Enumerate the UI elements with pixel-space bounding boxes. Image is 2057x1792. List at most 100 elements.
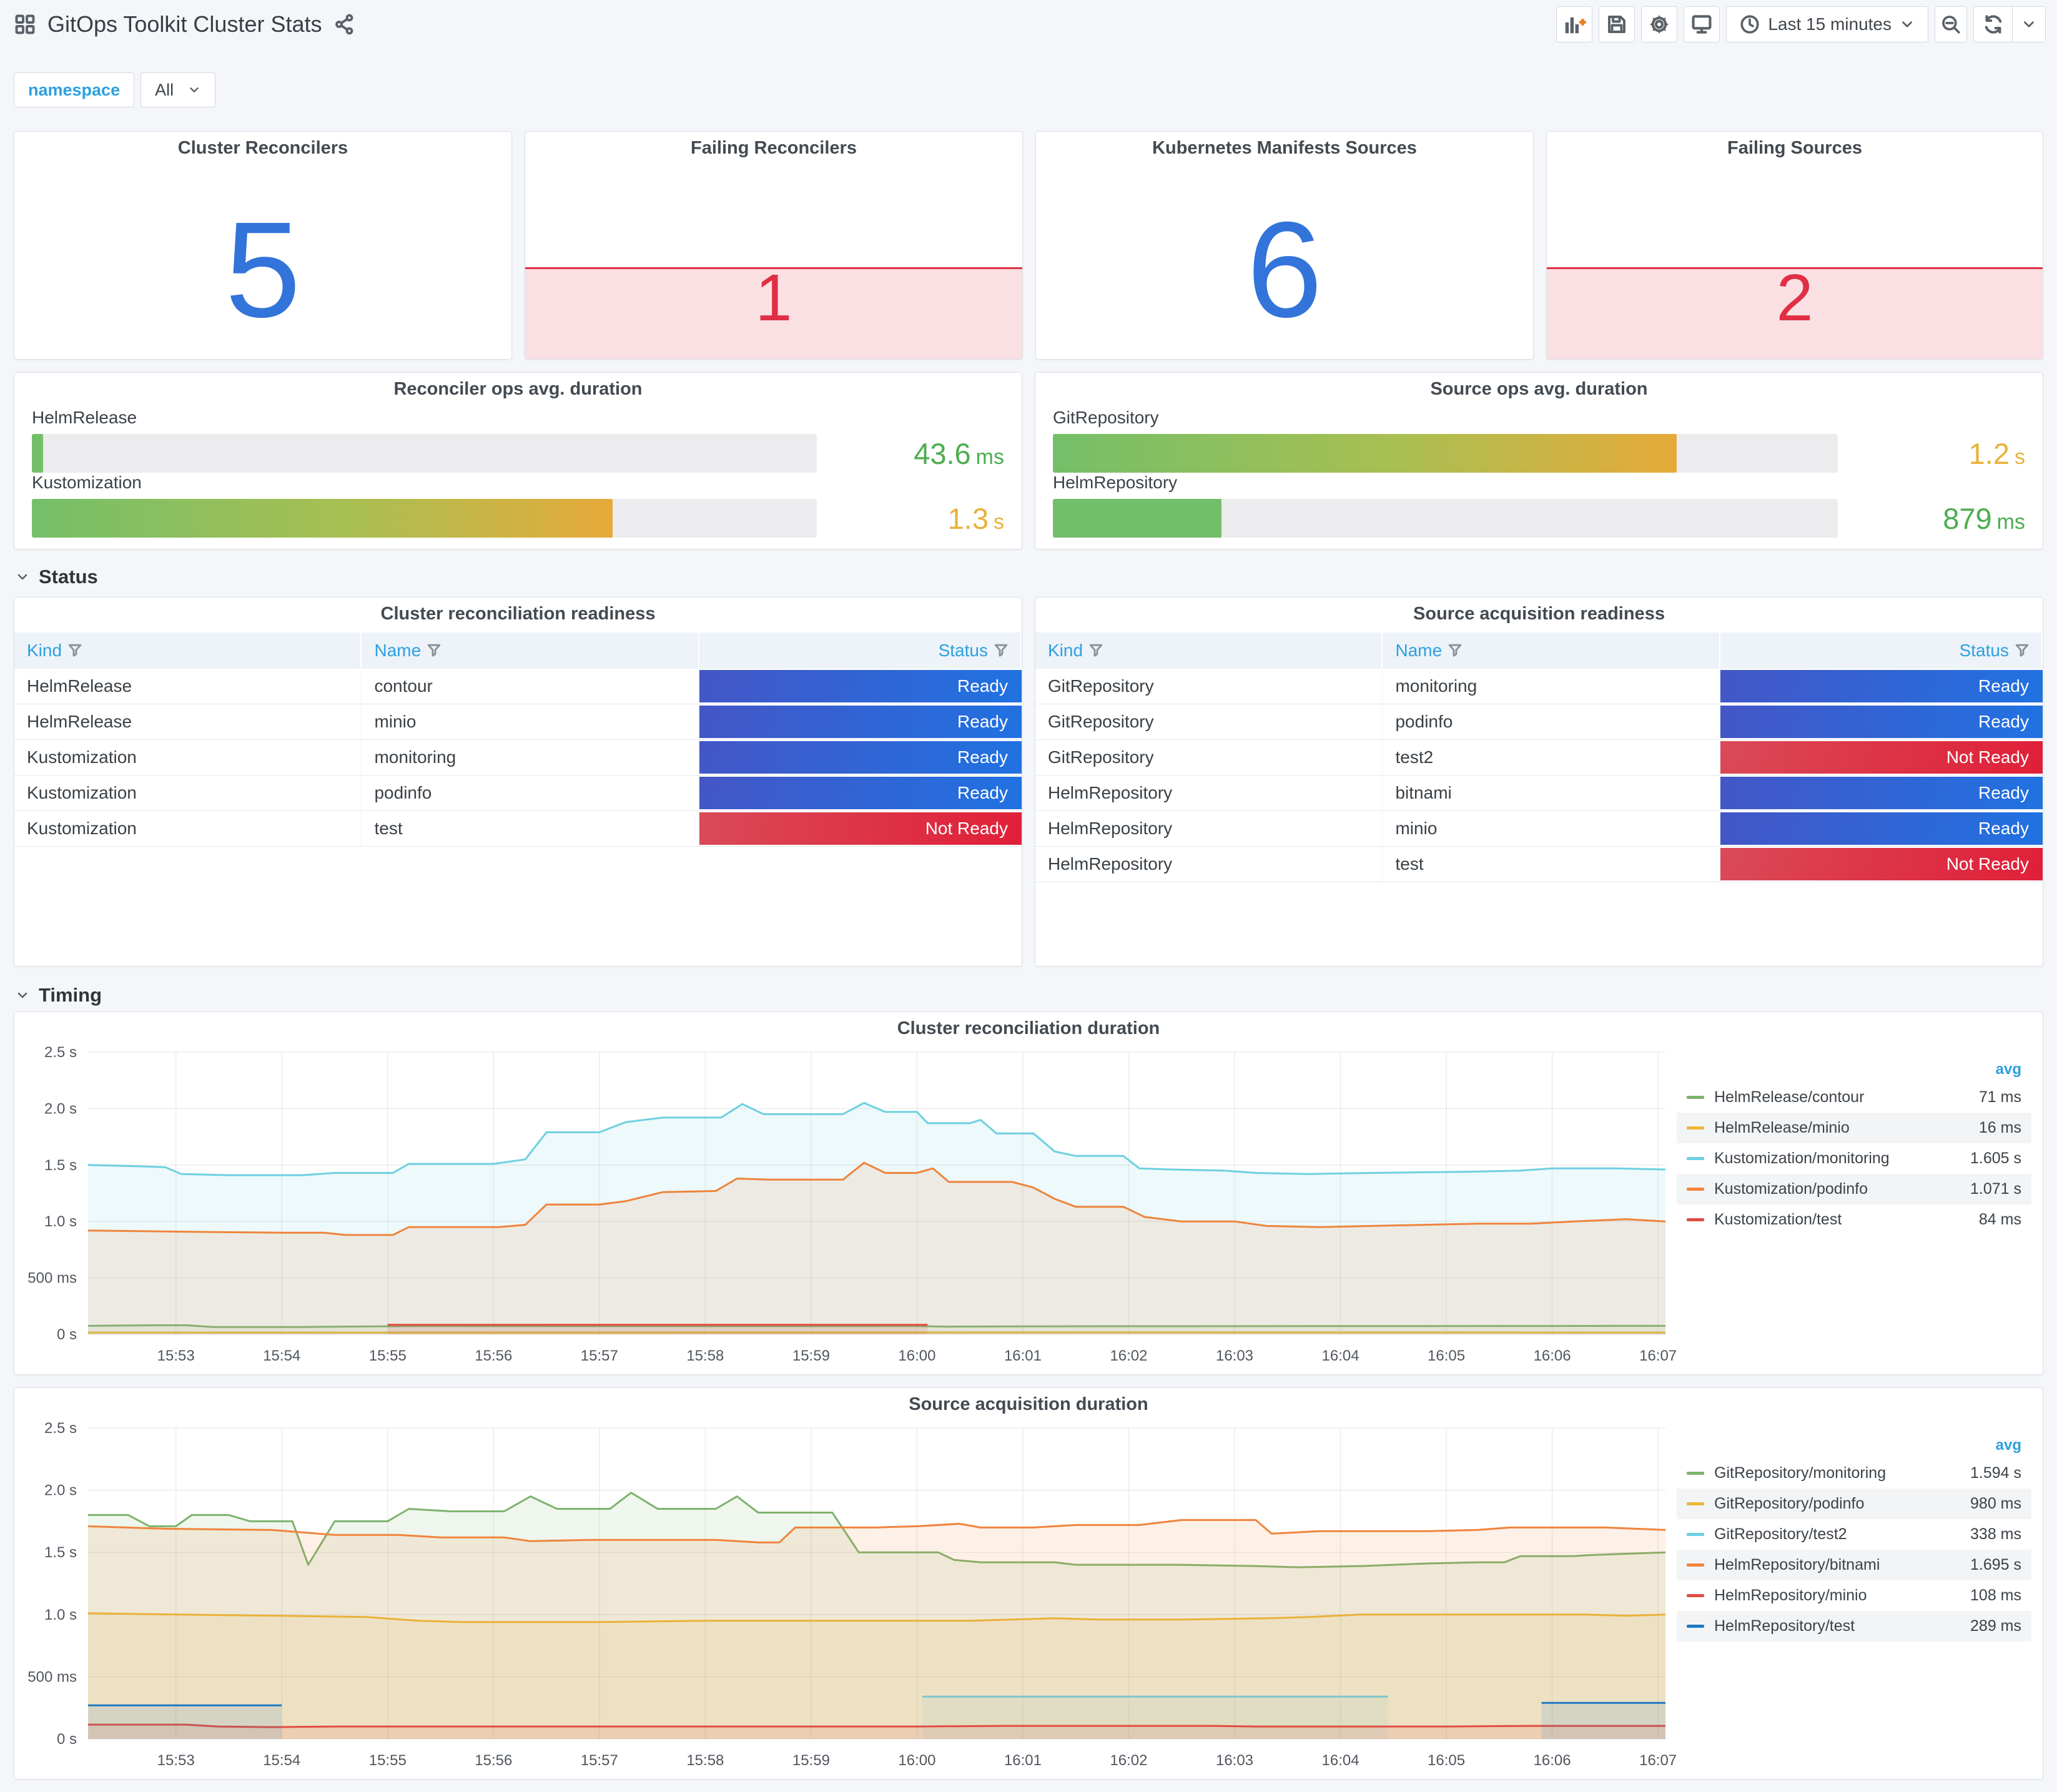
table-panel-source-readiness: Source acquisition readiness Kind Name S… [1035, 597, 2043, 967]
cell-status: Not Ready [1720, 740, 2043, 775]
legend-series-name[interactable]: GitRepository/podinfo [1714, 1495, 1970, 1513]
timeseries-chart[interactable]: 15:53 15:54 15:55 15:56 15:57 15:58 15:59 16:00… [18, 1042, 1677, 1372]
legend-header-avg[interactable]: avg [1677, 1437, 2031, 1458]
toolbar: Last 15 minutes [1556, 6, 2046, 42]
y-tick-label: 2.0 s [44, 1100, 77, 1117]
cell-kind: HelmRepository [1035, 811, 1383, 846]
page-title: GitOps Toolkit Cluster Stats [47, 11, 322, 37]
x-tick-label: 15:59 [792, 1347, 830, 1364]
stat-value: 2 [1776, 261, 1813, 335]
legend-item: Kustomization/monitoring 1.605 s [1677, 1143, 2031, 1174]
panel-title: Reconciler ops avg. duration [393, 378, 643, 399]
column-header-name[interactable]: Name [362, 633, 699, 669]
timeseries-chart[interactable]: 15:53 15:54 15:55 15:56 15:57 15:58 15:59 16:00… [18, 1418, 1677, 1776]
panel-title: Cluster Reconcilers [177, 137, 348, 158]
dashboard-grid-icon[interactable] [14, 13, 36, 36]
legend-series-name[interactable]: HelmRelease/contour [1714, 1088, 1979, 1106]
column-header-kind[interactable]: Kind [14, 633, 362, 669]
cell-status: Ready [1720, 811, 2043, 846]
legend-series-swatch [1687, 1625, 1704, 1628]
legend-item: HelmRepository/minio 108 ms [1677, 1580, 2031, 1611]
legend-avg-value: 84 ms [1978, 1211, 2021, 1228]
x-tick-label: 15:56 [475, 1347, 512, 1364]
status-badge: Not Ready [1720, 741, 2043, 774]
legend-item: HelmRepository/test 289 ms [1677, 1611, 2031, 1642]
gauge-value: 43.6 ms [914, 436, 1004, 470]
legend-series-name[interactable]: Kustomization/test [1714, 1211, 1979, 1229]
zoom-out-button[interactable] [1935, 6, 1967, 42]
refresh-button[interactable] [1974, 7, 2013, 42]
legend-series-name[interactable]: GitRepository/monitoring [1714, 1464, 1970, 1482]
chart-panel-cluster-reconciliation-duration: Cluster reconciliation duration 15:53 15:… [14, 1012, 2043, 1375]
cell-status: Ready [699, 740, 1022, 775]
dashboard-settings-button[interactable] [1641, 6, 1678, 42]
column-header-kind[interactable]: Kind [1035, 633, 1383, 669]
chevron-down-icon [17, 574, 27, 580]
legend-series-swatch [1687, 1563, 1704, 1567]
legend-avg-value: 108 ms [1970, 1587, 2021, 1604]
filter-icon [1089, 644, 1103, 657]
legend-series-name[interactable]: HelmRepository/test [1714, 1617, 1970, 1635]
status-badge: Ready [699, 706, 1022, 738]
legend-series-name[interactable]: HelmRepository/minio [1714, 1587, 1970, 1605]
section-header-status[interactable]: Status [15, 566, 98, 588]
gauge-fill [32, 434, 43, 473]
chevron-down-icon [2024, 21, 2034, 27]
legend-avg-value: 980 ms [1970, 1495, 2021, 1512]
cell-name: monitoring [1383, 669, 1720, 704]
status-badge: Not Ready [699, 812, 1022, 845]
stat-panel-cluster-reconcilers: Cluster Reconcilers 5 [14, 131, 512, 360]
column-header-name[interactable]: Name [1383, 633, 1720, 669]
time-range-picker[interactable]: Last 15 minutes [1726, 6, 1928, 42]
filter-icon [427, 644, 441, 657]
cell-kind: GitRepository [1035, 704, 1383, 739]
status-badge: Ready [1720, 812, 2043, 845]
legend-item: HelmRelease/minio 16 ms [1677, 1113, 2031, 1143]
add-panel-button[interactable] [1556, 6, 1593, 42]
gauge-track [32, 434, 817, 473]
section-header-timing[interactable]: Timing [15, 984, 102, 1007]
x-tick-label: 15:54 [263, 1752, 300, 1769]
legend-avg-value: 1.594 s [1970, 1464, 2021, 1482]
legend-item: Kustomization/podinfo 1.071 s [1677, 1174, 2031, 1204]
stat-value: 6 [1246, 194, 1323, 346]
legend-series-name[interactable]: HelmRepository/bitnami [1714, 1556, 1970, 1574]
x-tick-label: 15:57 [581, 1347, 618, 1364]
x-tick-label: 16:02 [1110, 1347, 1147, 1364]
panel-title: Source acquisition duration [909, 1394, 1148, 1414]
x-tick-label: 15:58 [686, 1752, 724, 1769]
legend-avg-value: 1.605 s [1970, 1150, 2021, 1167]
variable-value: All [155, 80, 174, 99]
column-header-status[interactable]: Status [699, 633, 1022, 669]
refresh-interval-dropdown[interactable] [2013, 7, 2045, 42]
x-tick-label: 15:59 [792, 1752, 830, 1769]
filter-icon [1448, 644, 1462, 657]
gauge-label: HelmRepository [1053, 473, 1178, 492]
legend-header-avg[interactable]: avg [1677, 1061, 2031, 1082]
x-tick-label: 16:02 [1110, 1752, 1147, 1769]
chevron-down-icon [190, 87, 199, 92]
cell-kind: Kustomization [14, 775, 362, 810]
gauge-row: Kustomization 1.3 s [32, 473, 1004, 538]
column-header-status[interactable]: Status [1720, 633, 2043, 669]
x-tick-label: 16:01 [1004, 1752, 1042, 1769]
x-tick-label: 16:03 [1216, 1752, 1253, 1769]
x-tick-label: 16:00 [898, 1752, 935, 1769]
gauge-label: GitRepository [1053, 408, 1159, 427]
variable-value-dropdown[interactable]: All [141, 72, 216, 107]
share-icon[interactable] [333, 13, 356, 36]
table-row: HelmRepository minio Ready [1035, 811, 2043, 847]
x-tick-label: 15:55 [369, 1347, 407, 1364]
y-tick-label: 500 ms [27, 1270, 77, 1287]
cell-name: minio [1383, 811, 1720, 846]
filter-icon [68, 644, 82, 657]
cycle-view-button[interactable] [1684, 6, 1720, 42]
status-badge: Not Ready [1720, 848, 2043, 880]
legend-series-name[interactable]: Kustomization/podinfo [1714, 1180, 1970, 1198]
variable-label-namespace[interactable]: namespace [14, 72, 135, 107]
save-dashboard-button[interactable] [1599, 6, 1635, 42]
panel-title: Failing Reconcilers [691, 137, 857, 158]
legend-series-name[interactable]: GitRepository/test2 [1714, 1525, 1970, 1543]
legend-series-name[interactable]: HelmRelease/minio [1714, 1119, 1979, 1137]
legend-series-name[interactable]: Kustomization/monitoring [1714, 1150, 1970, 1168]
